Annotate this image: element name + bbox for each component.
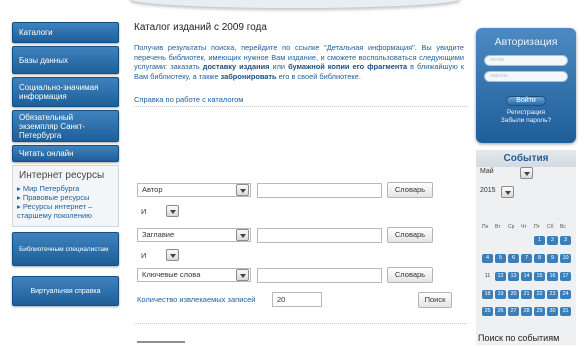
top-banner-edge [0,0,587,12]
calendar-day[interactable]: 14 [521,272,532,281]
weekday-label: Ср [508,224,515,230]
nav-virtual-help[interactable]: Виртуальная справка [12,276,119,306]
nav-mandatory-copy[interactable]: Обязательный экземпляр Санкт-Петербурга [12,110,119,142]
calendar-day[interactable]: 12 [495,272,506,281]
calendar-day[interactable]: 11 [482,272,493,281]
nav-catalogs[interactable]: Каталоги [12,22,119,43]
chevron-down-icon[interactable] [236,269,249,281]
calendar-day[interactable]: 2 [547,236,558,245]
calendar-day[interactable]: 24 [560,290,571,299]
dictionary-button-1[interactable]: Словарь [387,182,433,198]
calendar-day[interactable]: 29 [534,307,545,316]
nav-databases[interactable]: Базы данных [12,46,119,74]
calendar-day[interactable]: 1 [534,236,545,245]
forgot-password-link[interactable]: Забыли пароль? [476,117,576,125]
calendar-day[interactable]: 3 [560,236,571,245]
nav-read-online[interactable]: Читать онлайн [12,145,119,162]
dictionary-button-2[interactable]: Словарь [387,227,433,243]
calendar-day[interactable]: 17 [560,272,571,281]
field3-input[interactable] [257,268,382,283]
calendar-day[interactable]: 28 [521,307,532,316]
records-count-input[interactable]: 20 [272,292,322,307]
weekday-label: Пт [534,224,540,230]
internet-resources-title: Интернет ресурсы [19,170,105,181]
auth-title: Авторизация [494,36,558,48]
calendar-day[interactable]: 23 [547,290,558,299]
calendar-day[interactable]: 9 [547,254,558,263]
nav-social-info[interactable]: Социально-значимая информация [12,77,119,107]
calendar-day[interactable]: 26 [495,307,506,316]
weekday-label: Вт [495,224,501,230]
search-button[interactable]: Поиск [418,292,452,308]
calendar-day[interactable]: 4 [482,254,493,263]
calendar-day[interactable]: 22 [534,290,545,299]
bullet-icon: ▸ [17,184,21,193]
chevron-down-icon[interactable] [166,249,179,261]
auth-panel: Авторизация логин пароль Войти Регистрац… [476,28,576,143]
nav-library-specialists[interactable]: Библиотечным специалистам [12,232,119,266]
events-search-title: Поиск по событиям [478,333,560,343]
main-content: Каталог изданий с 2009 года Получив резу… [134,22,467,107]
chevron-down-icon[interactable] [166,205,179,217]
password-input[interactable]: пароль [484,71,568,82]
weekday-label: Вс [560,224,566,230]
page-title: Каталог изданий с 2009 года [134,22,267,33]
weekday-label: Чт [521,224,527,230]
month-select[interactable]: Май [480,166,494,178]
events-title: События [476,150,576,167]
link-reserve[interactable]: забронировать [221,72,277,81]
link-paper-copy[interactable]: бумажной копии его фрагмента [288,62,407,71]
calendar-day[interactable]: 5 [495,254,506,263]
bullet-icon: ▸ [17,193,21,202]
section-heading-partial [137,341,187,348]
login-button[interactable]: Войти [506,96,546,106]
resource-link-seniors[interactable]: ▸ Ресурсы интернет – старшему поколению [17,202,114,220]
calendar-day[interactable]: 19 [495,290,506,299]
field2-input[interactable] [257,228,382,243]
year-select[interactable]: 2015 [480,185,496,197]
calendar-day[interactable]: 31 [560,307,571,316]
chevron-down-icon[interactable] [501,186,514,198]
calendar-day[interactable]: 10 [560,254,571,263]
calendar-day[interactable]: 30 [547,307,558,316]
calendar-day[interactable]: 7 [521,254,532,263]
field1-select[interactable]: Автор [137,183,251,197]
chevron-down-icon[interactable] [236,184,249,196]
field2-select[interactable]: Заглавие [137,228,251,242]
weekday-label: Сб [547,224,554,230]
calendar-day[interactable]: 16 [547,272,558,281]
calendar-day[interactable]: 15 [534,272,545,281]
resource-link-mir-peterburga[interactable]: ▸ Мир Петербурга [17,184,114,193]
weekday-label: Пн [482,224,489,230]
calendar-day[interactable]: 25 [482,307,493,316]
calendar-day[interactable]: 6 [508,254,519,263]
records-count-label: Количество извлекаемых записей [137,295,256,304]
left-sidebar: Каталоги Базы данных Социально-значимая … [12,22,119,309]
chevron-down-icon[interactable] [236,229,249,241]
link-delivery[interactable]: доставку издания [203,62,270,71]
field1-input[interactable] [257,183,382,198]
calendar-day[interactable]: 20 [508,290,519,299]
register-link[interactable]: Регистрация [476,109,576,117]
resource-link-legal[interactable]: ▸ Правовые ресурсы [17,193,114,202]
internet-resources-box: Интернет ресурсы ▸ Мир Петербурга ▸ Прав… [12,165,119,227]
intro-text: Получив результаты поиска, перейдите по … [134,43,464,81]
calendar-day[interactable]: 18 [482,290,493,299]
field3-select[interactable]: Ключевые слова [137,268,251,282]
catalog-help-link[interactable]: Справка по работе с каталогом [134,95,464,104]
calendar-day[interactable]: 8 [534,254,545,263]
calendar-day[interactable]: 13 [508,272,519,281]
bullet-icon: ▸ [17,202,21,211]
banner-arc [130,0,460,8]
dictionary-button-3[interactable]: Словарь [387,267,433,283]
chevron-down-icon[interactable] [520,167,533,179]
login-input[interactable]: логин [484,55,568,66]
calendar-day[interactable]: 21 [521,290,532,299]
divider [134,323,467,324]
calendar-day[interactable]: 27 [508,307,519,316]
divider [134,106,467,107]
